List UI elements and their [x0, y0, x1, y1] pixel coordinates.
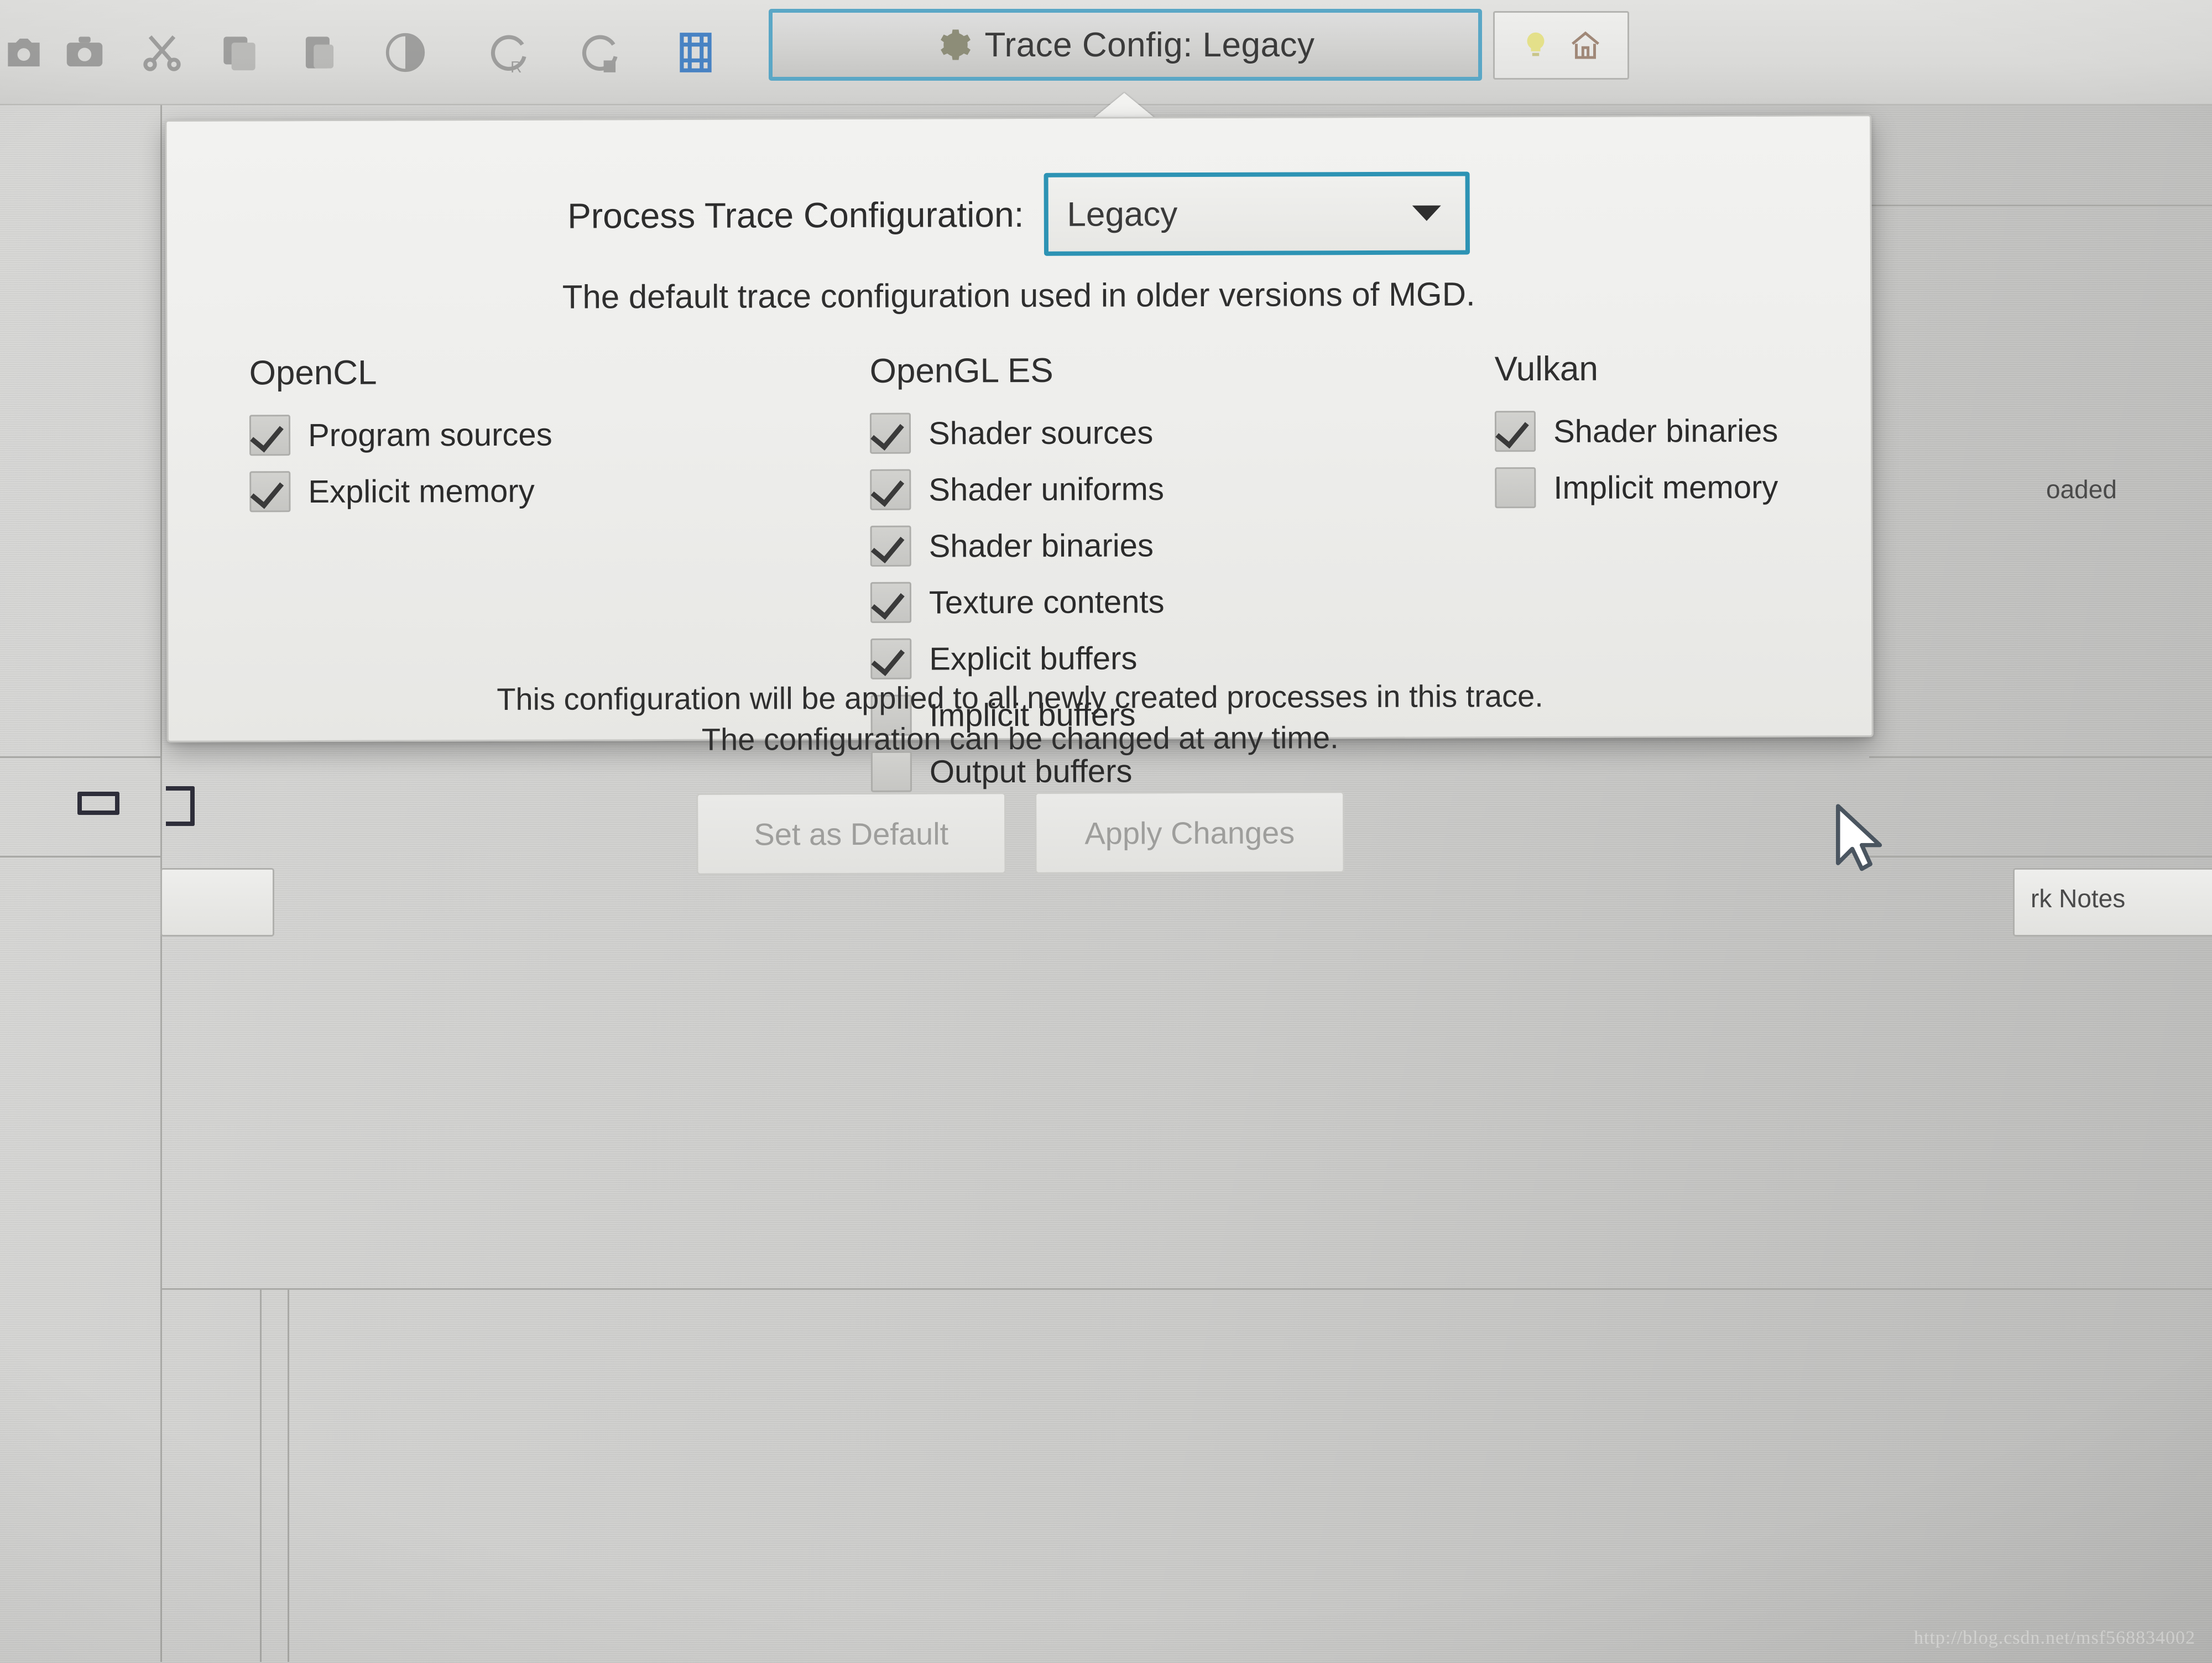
- bg-divider-mid-right-2: [1869, 856, 2212, 857]
- capture-replay-icon[interactable]: R: [487, 29, 534, 76]
- checkbox-program-sources-label: Program sources: [307, 416, 552, 453]
- capture-d-icon[interactable]: [578, 29, 625, 76]
- capture-options-columns: OpenCL Program sources Explicit memory O…: [168, 348, 1872, 792]
- bg-divider-left-vertical-2: [260, 1288, 262, 1662]
- column-vulkan: Vulkan Shader binaries Implicit memory: [1495, 349, 1778, 516]
- column-opencl: OpenCL Program sources Explicit memory: [249, 353, 553, 520]
- checkbox-explicit-memory[interactable]: [249, 471, 291, 513]
- checkbox-shader-sources-label: Shader sources: [928, 414, 1154, 452]
- bg-divider-mid-2: [0, 856, 160, 857]
- paste-frame-icon[interactable]: [296, 29, 343, 76]
- checkbox-row-explicit-memory[interactable]: Explicit memory: [249, 463, 552, 520]
- config-row: Process Trace Configuration: Legacy: [167, 170, 1870, 259]
- checkbox-shader-uniforms-label: Shader uniforms: [928, 470, 1164, 508]
- bg-divider-mid: [0, 756, 160, 758]
- checkbox-explicit-memory-label: Explicit memory: [308, 473, 535, 510]
- checkbox-vk-shader-binaries[interactable]: [1494, 411, 1536, 452]
- checkbox-gl-shader-binaries-label: Shader binaries: [928, 527, 1154, 564]
- screenshot-icon[interactable]: [61, 29, 108, 76]
- watermark: http://blog.csdn.net/msf568834002: [1914, 1628, 2195, 1648]
- checkbox-gl-shader-binaries[interactable]: [870, 525, 911, 567]
- bg-status-text: oaded: [2046, 475, 2117, 504]
- checkbox-texture-contents-label: Texture contents: [928, 583, 1165, 621]
- checkbox-vk-implicit-memory[interactable]: [1495, 467, 1536, 509]
- svg-text:R: R: [510, 59, 522, 76]
- chevron-down-icon: [1412, 205, 1441, 221]
- apply-changes-button[interactable]: Apply Changes: [1035, 791, 1345, 874]
- tab-trace-config-label: Trace Config: Legacy: [984, 25, 1315, 64]
- mouse-cursor: [1835, 804, 1882, 871]
- dialog-footnote: This configuration will be applied to al…: [168, 674, 1871, 762]
- bg-divider-left-vertical-3: [288, 1288, 289, 1662]
- bg-divider-mid-right: [1869, 756, 2212, 758]
- toolbar-side-buttons: [1493, 11, 1629, 80]
- bg-notes-button-label: rk Notes: [2031, 884, 2126, 913]
- checkbox-program-sources[interactable]: [249, 415, 291, 456]
- checkbox-row-program-sources[interactable]: Program sources: [249, 406, 552, 464]
- dialog-footnote-line2: The configuration can be changed at any …: [701, 720, 1339, 757]
- checkbox-row-shader-sources[interactable]: Shader sources: [869, 404, 1164, 462]
- column-opengl-es-title: OpenGL ES: [869, 351, 1053, 390]
- bulb-icon[interactable]: [1519, 28, 1553, 62]
- checkbox-texture-contents[interactable]: [870, 582, 912, 623]
- process-trace-configuration-select[interactable]: Legacy: [1044, 171, 1470, 256]
- bg-left-button[interactable]: [160, 868, 274, 937]
- panel-collapse-icon[interactable]: [77, 792, 119, 815]
- set-as-default-button[interactable]: Set as Default: [696, 792, 1006, 875]
- filmstrip-icon[interactable]: [672, 29, 719, 76]
- dialog-button-row: Set as Default Apply Changes: [169, 789, 1872, 877]
- checkbox-vk-shader-binaries-label: Shader binaries: [1553, 412, 1778, 449]
- main-toolbar: R Trace Config: Legacy: [0, 0, 2212, 105]
- column-vulkan-title: Vulkan: [1494, 349, 1599, 389]
- checkbox-vk-implicit-memory-label: Implicit memory: [1553, 469, 1778, 506]
- config-label: Process Trace Configuration:: [567, 194, 1024, 236]
- tab-trace-config[interactable]: Trace Config: Legacy: [769, 9, 1482, 81]
- copy-frame-icon[interactable]: [216, 29, 263, 76]
- column-opencl-title: OpenCL: [249, 353, 377, 393]
- record-icon[interactable]: [382, 29, 429, 76]
- checkbox-row-vk-shader-binaries[interactable]: Shader binaries: [1494, 402, 1778, 460]
- checkbox-row-gl-shader-binaries[interactable]: Shader binaries: [870, 517, 1165, 574]
- home-icon[interactable]: [1567, 27, 1604, 64]
- gear-icon: [936, 27, 972, 63]
- config-description: The default trace configuration used in …: [562, 275, 1475, 316]
- checkbox-explicit-buffers-label: Explicit buffers: [929, 640, 1138, 677]
- bg-divider-right-top: [1869, 205, 2212, 206]
- camera-icon[interactable]: [0, 29, 48, 76]
- trace-config-dialog: Process Trace Configuration: Legacy The …: [165, 114, 1874, 875]
- checkbox-row-shader-uniforms[interactable]: Shader uniforms: [870, 461, 1164, 518]
- checkbox-row-texture-contents[interactable]: Texture contents: [870, 573, 1165, 631]
- process-trace-configuration-value: Legacy: [1067, 195, 1178, 234]
- dialog-footnote-line1: This configuration will be applied to al…: [497, 678, 1543, 717]
- checkbox-shader-uniforms[interactable]: [870, 469, 911, 510]
- checkbox-row-vk-implicit-memory[interactable]: Implicit memory: [1495, 459, 1778, 516]
- checkbox-explicit-buffers[interactable]: [870, 638, 912, 679]
- checkbox-shader-sources[interactable]: [869, 412, 911, 454]
- bg-divider-bottom: [160, 1288, 2212, 1290]
- scissors-icon[interactable]: [138, 29, 186, 76]
